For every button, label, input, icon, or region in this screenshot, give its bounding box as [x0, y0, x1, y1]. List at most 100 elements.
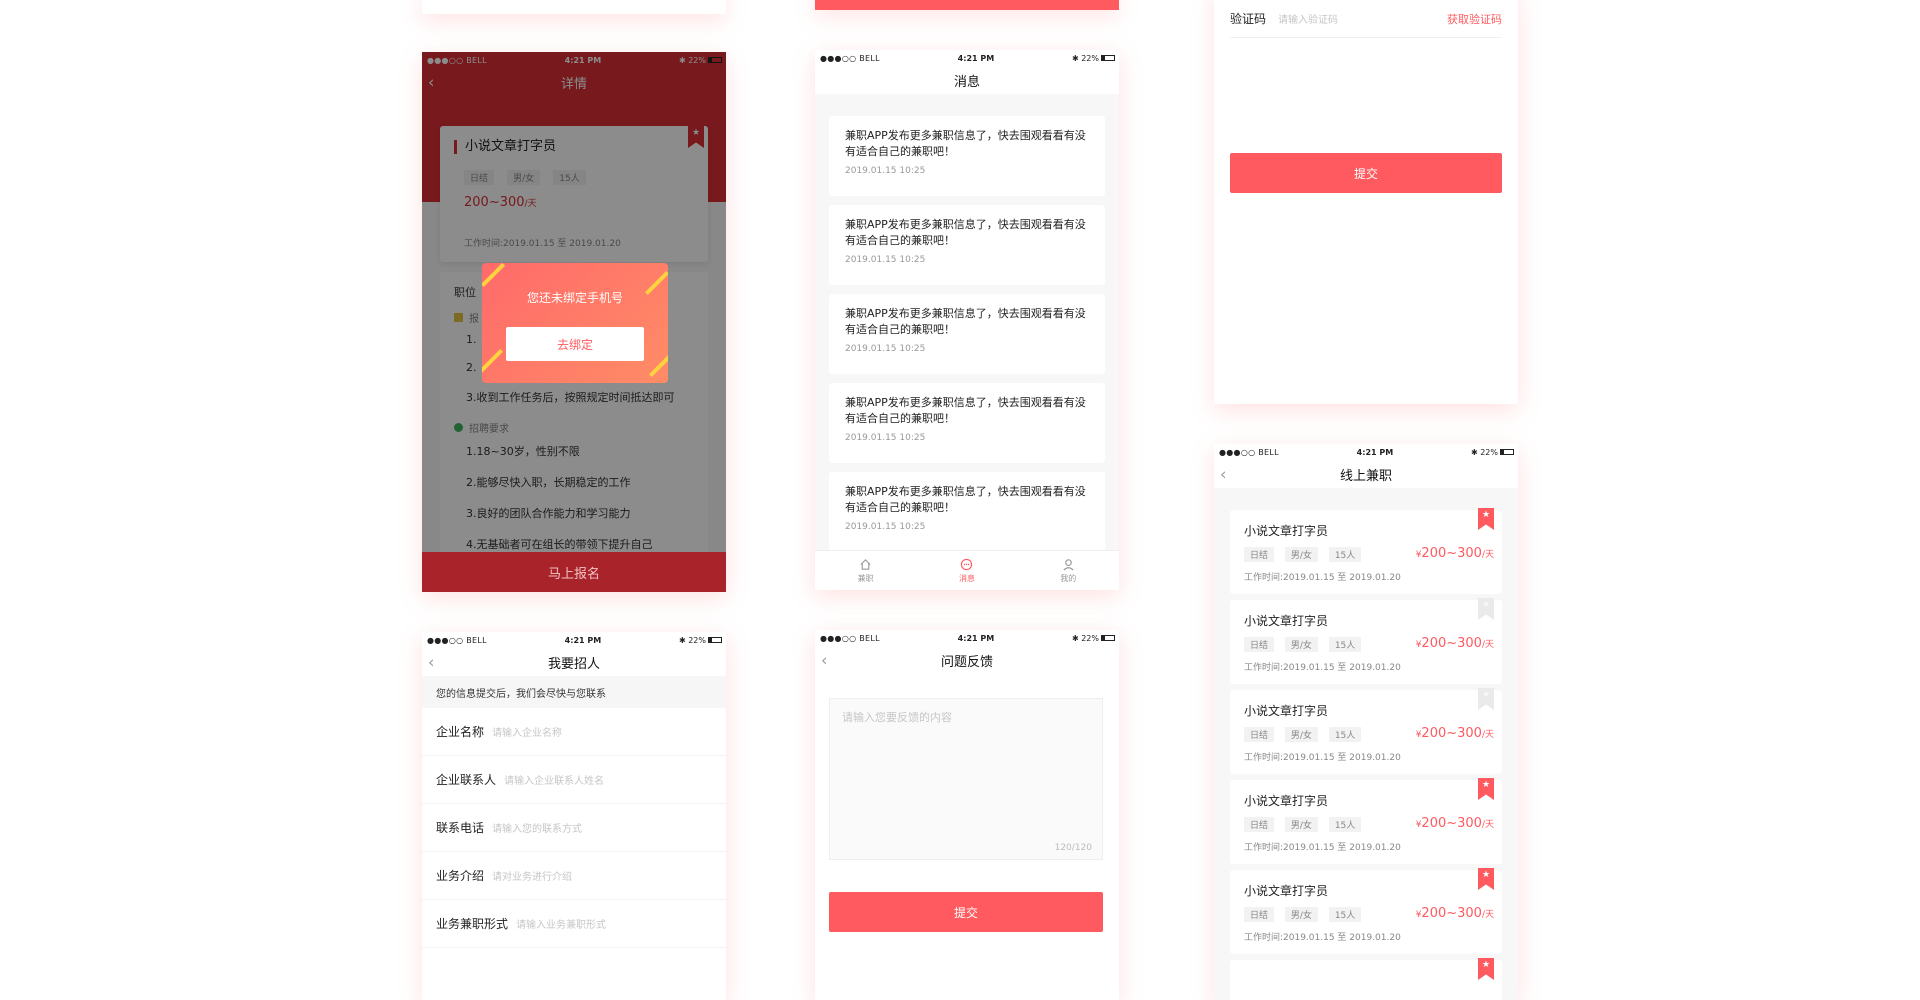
feedback-textarea[interactable]: 请输入您要反馈的内容 120/120 — [829, 698, 1103, 860]
bluetooth-icon: ✱ — [678, 635, 689, 645]
message-icon — [961, 558, 973, 570]
modal-message: 您还未绑定手机号 — [526, 291, 623, 305]
phone-recruit-form: ●●●○○ BELL 4:21 PM ✱ 22% ‹ 我要招人 您的信息提交后，… — [422, 632, 726, 1000]
message-card[interactable]: 兼职APP发布更多兼职信息了，快去围观看看有没有适合自己的兼职吧！ 2019.0… — [829, 383, 1105, 463]
messages-header: ●●●○○ BELL 4:21 PM ✱ 22% 消息 — [815, 50, 1119, 94]
phone-fragment-top-middle — [815, 0, 1119, 10]
battery-icon — [707, 637, 722, 643]
form-notice: 您的信息提交后，我们会尽快与您联系 — [422, 676, 726, 708]
tag-gender: 男/女 — [1284, 817, 1318, 832]
battery-indicator: ✱ 22% — [1072, 634, 1115, 643]
tab-profile[interactable]: 我的 — [1018, 551, 1119, 590]
company-name-field[interactable]: 企业名称 请输入企业名称 — [422, 708, 726, 756]
battery-percent: 22% — [1081, 633, 1099, 643]
back-chevron-icon[interactable]: ‹ — [1220, 465, 1226, 484]
job-title: 小说文章打字员 — [1244, 614, 1329, 628]
tab-jobs[interactable]: 兼职 — [815, 551, 916, 590]
status-bar: ●●●○○ BELL 4:21 PM ✱ 22% — [422, 632, 726, 648]
bluetooth-icon: ✱ — [1071, 633, 1082, 643]
job-card[interactable]: ★ — [1230, 958, 1502, 1000]
field-label: 业务兼职形式 — [436, 917, 509, 931]
message-card[interactable]: 兼职APP发布更多兼职信息了，快去围观看看有没有适合自己的兼职吧！ 2019.0… — [829, 205, 1105, 285]
work-time: 工作时间:2019.01.15 至 2019.01.20 — [1244, 843, 1401, 853]
message-text: 兼职APP发布更多兼职信息了，快去围观看看有没有适合自己的兼职吧！ — [845, 218, 1086, 247]
carrier-label: ●●●○○ BELL — [1219, 447, 1279, 457]
salary-value: 200~300 — [1421, 906, 1482, 921]
apply-now-button[interactable]: 马上报名 — [422, 552, 726, 592]
bluetooth-icon: ✱ — [1071, 53, 1082, 63]
business-intro-field[interactable]: 业务介绍 请对业务进行介绍 — [422, 852, 726, 900]
clock: 4:21 PM — [957, 53, 995, 63]
tag-settlement: 日结 — [1244, 547, 1275, 562]
tag-gender: 男/女 — [1284, 907, 1318, 922]
field-label: 企业名称 — [436, 725, 485, 739]
submit-button[interactable]: 提交 — [829, 892, 1103, 932]
job-card[interactable]: ★ 小说文章打字员 日结 男/女 15人 ¥200~300/天 工作时间:201… — [1230, 688, 1502, 774]
message-card[interactable]: 兼职APP发布更多兼职信息了，快去围观看看有没有适合自己的兼职吧！ 2019.0… — [829, 116, 1105, 196]
carrier-label: ●●●○○ BELL — [820, 53, 880, 63]
job-card[interactable]: ★ 小说文章打字员 日结 男/女 15人 ¥200~300/天 工作时间:201… — [1230, 868, 1502, 954]
tab-label: 兼职 — [857, 573, 874, 583]
field-placeholder[interactable]: 请输入企业联系人姓名 — [504, 772, 604, 787]
work-time: 工作时间:2019.01.15 至 2019.01.20 — [1244, 933, 1401, 943]
back-chevron-icon[interactable]: ‹ — [428, 653, 434, 672]
battery-icon — [1499, 449, 1514, 455]
salary-unit: /天 — [1481, 910, 1494, 920]
message-card[interactable]: 兼职APP发布更多兼职信息了，快去围观看看有没有适合自己的兼职吧！ 2019.0… — [829, 294, 1105, 374]
salary-unit: /天 — [1481, 640, 1494, 650]
job-card[interactable]: ★ 小说文章打字员 日结 男/女 15人 ¥200~300/天 工作时间:201… — [1230, 598, 1502, 684]
tab-label: 消息 — [958, 573, 975, 583]
contact-person-field[interactable]: 企业联系人 请输入企业联系人姓名 — [422, 756, 726, 804]
job-title: 小说文章打字员 — [1244, 794, 1329, 808]
field-placeholder[interactable]: 请输入企业名称 — [492, 724, 562, 739]
job-salary: ¥200~300/天 — [1416, 726, 1494, 741]
battery-icon — [1100, 635, 1115, 641]
bind-phone-button[interactable]: 去绑定 — [506, 327, 644, 361]
submit-button[interactable]: 提交 — [1230, 153, 1502, 193]
tag-headcount: 15人 — [1328, 547, 1362, 562]
field-label: 企业联系人 — [436, 773, 497, 787]
field-placeholder[interactable]: 请对业务进行介绍 — [492, 868, 572, 883]
tag-settlement: 日结 — [1244, 817, 1275, 832]
message-card[interactable]: 兼职APP发布更多兼职信息了，快去围观看看有没有适合自己的兼职吧！ 2019.0… — [829, 472, 1105, 552]
job-card[interactable]: ★ 小说文章打字员 日结 男/女 15人 ¥200~300/天 工作时间:201… — [1230, 778, 1502, 864]
confetti-decoration — [482, 348, 504, 374]
message-date: 2019.01.15 10:25 — [845, 166, 926, 176]
tab-label: 我的 — [1060, 573, 1077, 583]
work-time: 工作时间:2019.01.15 至 2019.01.20 — [1244, 573, 1401, 583]
job-salary: ¥200~300/天 — [1416, 546, 1494, 561]
message-date: 2019.01.15 10:25 — [845, 433, 926, 443]
phone-job-details: ●●●○○ BELL 4:21 PM ✱ 22% ‹ 详情 ★ 小说文章打字员 … — [422, 52, 726, 592]
salary-unit: /天 — [1481, 730, 1494, 740]
phone-feedback: ●●●○○ BELL 4:21 PM ✱ 22% ‹ 问题反馈 请输入您要反馈的… — [815, 630, 1119, 1000]
navbar: ‹ 线上兼职 — [1214, 460, 1518, 488]
field-placeholder[interactable]: 请输入您的联系方式 — [492, 820, 582, 835]
phone-field[interactable]: 联系电话 请输入您的联系方式 — [422, 804, 726, 852]
phone-fragment-top-left — [422, 0, 726, 14]
message-date: 2019.01.15 10:25 — [845, 344, 926, 354]
back-chevron-icon[interactable]: ‹ — [821, 651, 827, 670]
carrier-label: ●●●○○ BELL — [820, 633, 880, 643]
tag-headcount: 15人 — [1328, 637, 1362, 652]
page-title: 消息 — [953, 74, 980, 90]
phone-online-jobs: ●●●○○ BELL 4:21 PM ✱ 22% ‹ 线上兼职 ★ 小说文章打字… — [1214, 444, 1518, 1000]
page-title: 线上兼职 — [1339, 468, 1392, 484]
tag-headcount: 15人 — [1328, 727, 1362, 742]
field-label: 业务介绍 — [436, 869, 485, 883]
carrier-label: ●●●○○ BELL — [427, 635, 487, 645]
message-date: 2019.01.15 10:25 — [845, 522, 926, 532]
job-form-field[interactable]: 业务兼职形式 请输入业务兼职形式 — [422, 900, 726, 948]
phone-messages: ●●●○○ BELL 4:21 PM ✱ 22% 消息 兼职APP发布更多兼职信… — [815, 50, 1119, 590]
job-card[interactable]: ★ 小说文章打字员 日结 男/女 15人 ¥200~300/天 工作时间:201… — [1230, 508, 1502, 594]
design-board: ●●●○○ BELL 4:21 PM ✱ 22% ‹ 详情 ★ 小说文章打字员 … — [0, 0, 1920, 1000]
page-title: 我要招人 — [547, 656, 600, 672]
page-title: 问题反馈 — [940, 654, 993, 670]
get-code-button[interactable]: 获取验证码 — [1447, 11, 1502, 27]
tab-messages[interactable]: 消息 — [916, 551, 1017, 590]
field-placeholder[interactable]: 请输入业务兼职形式 — [516, 916, 606, 931]
status-bar: ●●●○○ BELL 4:21 PM ✱ 22% — [1214, 444, 1518, 460]
bookmark-star-icon[interactable]: ★ — [1478, 958, 1494, 980]
work-time: 工作时间:2019.01.15 至 2019.01.20 — [1244, 663, 1401, 673]
tag-settlement: 日结 — [1244, 637, 1275, 652]
verify-code-input[interactable]: 请输入验证码 — [1278, 11, 1447, 26]
